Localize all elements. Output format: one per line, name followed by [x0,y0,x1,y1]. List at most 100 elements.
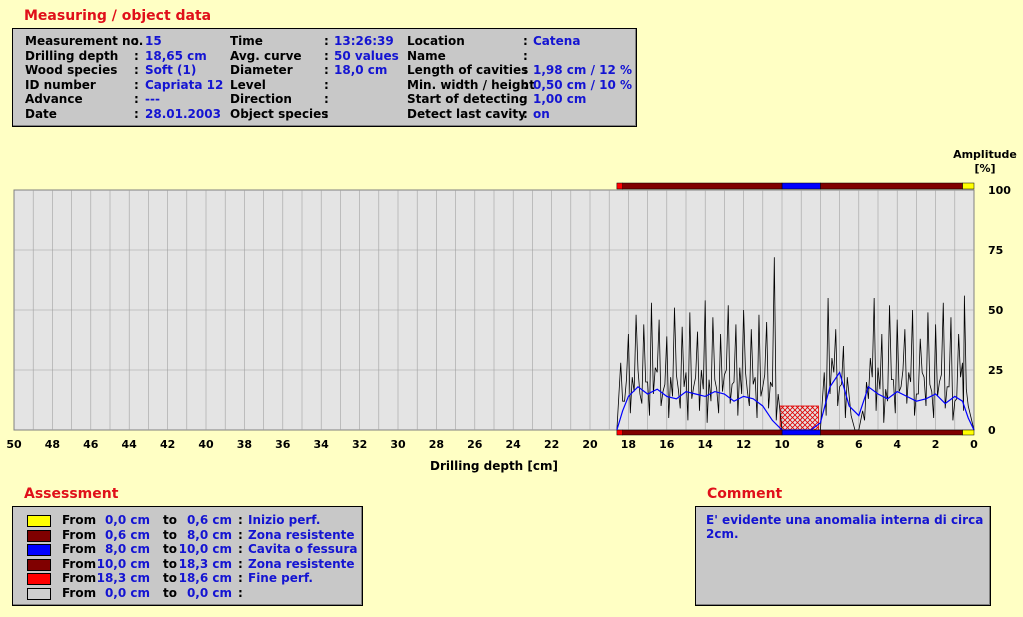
to-value: 18,6 cm [178,571,232,585]
field-label: Location [407,34,465,48]
x-tick-label: 42 [160,438,175,451]
field-value: 28.01.2003 [145,106,221,121]
y-axis-unit: [%] [974,162,995,175]
from-value: 10,0 cm [96,556,150,571]
field-colon: : [324,34,329,48]
x-tick-label: 32 [352,438,367,451]
segment-bar-top [781,182,821,190]
field-colon: : [523,48,528,63]
field-colon: : [134,34,139,48]
color-swatch [27,573,51,585]
field-colon: : [324,77,329,92]
y-tick-label: 100 [988,184,1011,197]
y-tick-label: 50 [988,304,1004,317]
x-tick-label: 22 [544,438,559,451]
range-description: Inizio perf. [248,513,321,527]
segment-bar-bottom [781,429,821,436]
x-tick-label: 2 [932,438,940,451]
to-value: 10,0 cm [178,542,232,556]
field-colon: : [134,77,139,92]
row-colon: : [238,585,243,600]
field-label: Diameter [230,63,293,77]
field-value: Capriata 12 [145,77,224,92]
field-value: 0,50 cm / 10 % [533,77,633,92]
x-tick-label: 28 [429,438,444,451]
x-tick-label: 44 [122,438,138,451]
y-tick-label: 25 [988,364,1003,377]
from-label: From [62,542,97,556]
x-tick-label: 18 [621,438,636,451]
x-tick-label: 0 [970,438,978,451]
color-swatch [27,544,51,556]
from-value: 0,6 cm [104,527,150,542]
field-label: Measurement no. [25,34,144,48]
row-colon: : [238,542,243,556]
x-tick-label: 30 [390,438,406,451]
measuring-title: Measuring / object data [24,8,212,24]
field-value: 1,00 cm [533,92,587,106]
comment-title: Comment [707,486,783,502]
row-colon: : [238,571,243,585]
x-tick-label: 48 [45,438,60,451]
to-label: to [163,513,177,527]
y-tick-label: 0 [988,424,996,437]
x-tick-label: 16 [659,438,675,451]
x-axis-label: Drilling depth [cm] [430,459,558,473]
to-value: 0,0 cm [186,585,232,600]
field-label: Start of detecting [407,92,528,106]
field-label: Drilling depth [25,48,119,63]
field-label: Avg. curve [230,48,302,63]
x-tick-label: 12 [736,438,751,451]
field-label: Min. width / height [407,77,535,92]
field-colon: : [134,48,139,63]
x-tick-label: 4 [893,438,901,451]
assessment-row: From 0,6 cm to 8,0 cm: Zona resistente [13,528,362,543]
y-tick-label: 75 [988,244,1003,257]
field-label: Time [230,34,263,48]
field-value: Catena [533,34,581,48]
to-value: 18,3 cm [178,556,232,571]
row-colon: : [238,527,243,542]
field-label: Detect last cavity [407,106,526,121]
assessment-row: From 8,0 cm to 10,0 cm: Cavita o fessura [13,542,362,557]
field-colon: : [134,63,139,77]
comment-text: E' evidente una anomalia interna di circ… [706,513,984,541]
color-swatch [27,515,51,527]
to-label: to [163,571,177,585]
color-swatch [27,529,51,542]
x-tick-label: 38 [237,438,252,451]
segment-bar-bottom [616,429,623,436]
field-value: 15 [145,34,162,48]
amplitude-chart: 50 48 46 44 42 40 38 36 34 32 30 28 26 24 22 20 18 16 14 12… [6,148,1017,473]
field-colon: : [324,106,329,121]
field-colon: : [523,92,528,106]
assessment-row: From 18,3 cm to 18,6 cm: Fine perf. [13,571,362,586]
field-label: Direction [230,92,292,106]
segment-bar-top [622,182,783,190]
field-colon: : [134,106,139,121]
x-tick-label: 8 [817,438,825,451]
field-value: 13:26:39 [334,34,394,48]
field-label: Advance [25,92,83,106]
field-colon: : [523,34,528,48]
field-value: Soft (1) [145,63,197,77]
field-value: 50 values [334,48,399,63]
x-tick-label: 36 [275,438,291,451]
from-label: From [62,585,97,600]
x-tick-label: 10 [774,438,790,451]
field-value: on [533,106,550,121]
to-value: 8,0 cm [186,527,232,542]
segment-bar-bottom [962,429,975,436]
field-label: Wood species [25,63,118,77]
y-axis-label: Amplitude [953,148,1017,161]
field-colon: : [523,77,528,92]
assessment-row: From 0,0 cm to 0,0 cm: [13,586,362,601]
field-colon: : [523,63,528,77]
to-label: to [163,527,177,542]
assessment-row: From 0,0 cm to 0,6 cm: Inizio perf. [13,513,362,528]
segment-bar-top [616,182,623,190]
segment-bar-top [820,182,963,190]
field-value: 18,65 cm [145,48,207,63]
field-label: Name [407,48,446,63]
x-tick-label: 14 [698,438,714,451]
